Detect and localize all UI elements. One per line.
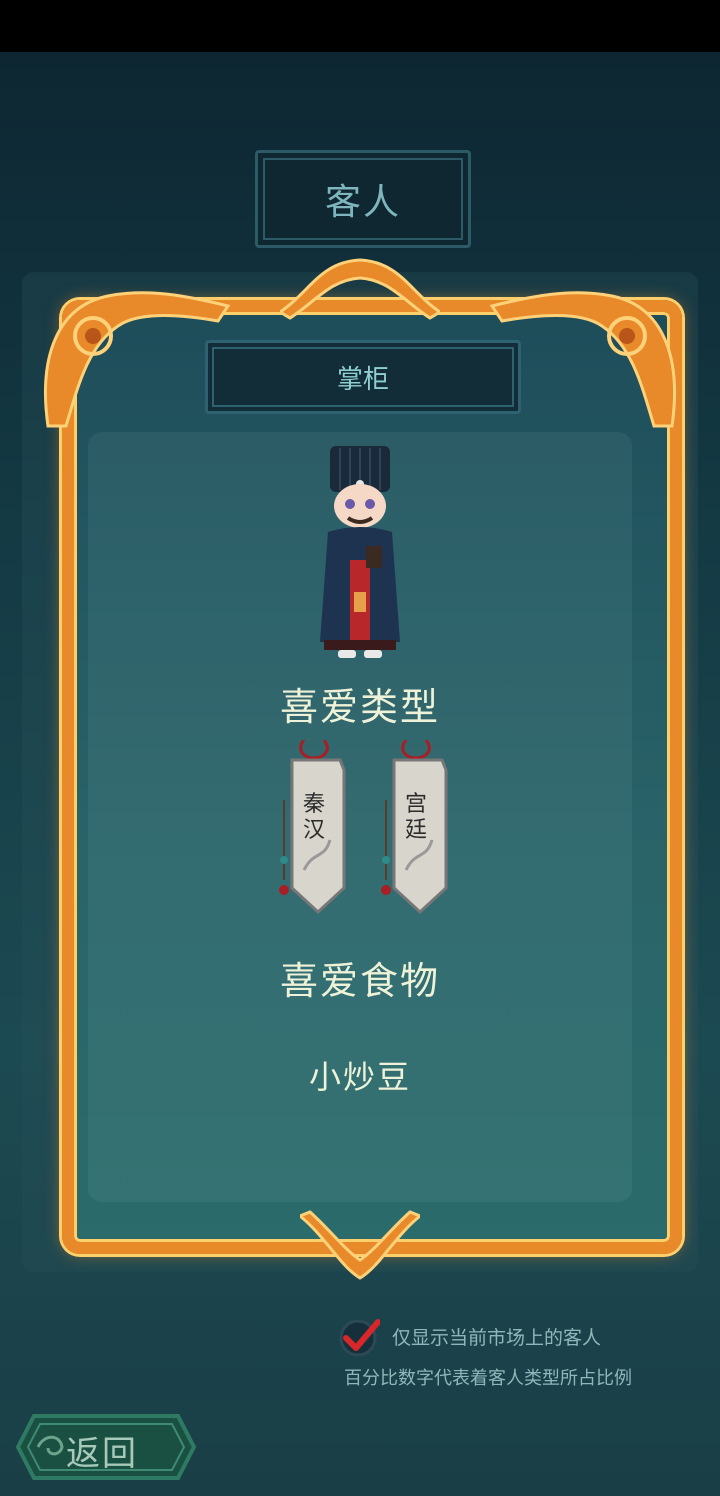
filter-label: 仅显示当前市场上的客人: [392, 1326, 602, 1349]
favorite-food-name: 小炒豆: [308, 1058, 411, 1096]
favorite-food-heading: 喜爱食物: [279, 959, 440, 1003]
checkbox[interactable]: [336, 1314, 381, 1358]
top-ornament: [280, 258, 440, 320]
market-filter-option[interactable]: 仅显示当前市场上的客人: [336, 1312, 601, 1360]
type-tag-qinhan[interactable]: 秦汉: [274, 739, 354, 915]
type-tag-gongting[interactable]: 宫廷: [376, 739, 456, 915]
bottom-ornament: [300, 1210, 420, 1280]
shopkeeper-character-icon: [320, 446, 400, 658]
check-icon: [339, 1319, 381, 1357]
page-title-plaque: 客人: [255, 150, 471, 248]
tag-label: 宫廷: [404, 792, 427, 843]
back-label: 返回: [66, 1434, 138, 1474]
tag-label: 秦汉: [302, 792, 325, 843]
status-bar: [0, 0, 720, 52]
role-plaque: 掌柜: [205, 340, 521, 414]
page-title: 客人: [324, 182, 401, 223]
role-label: 掌柜: [336, 364, 389, 395]
percentage-note: 百分比数字代表着客人类型所占比例: [344, 1368, 632, 1389]
favorite-types-heading: 喜爱类型: [279, 685, 440, 729]
